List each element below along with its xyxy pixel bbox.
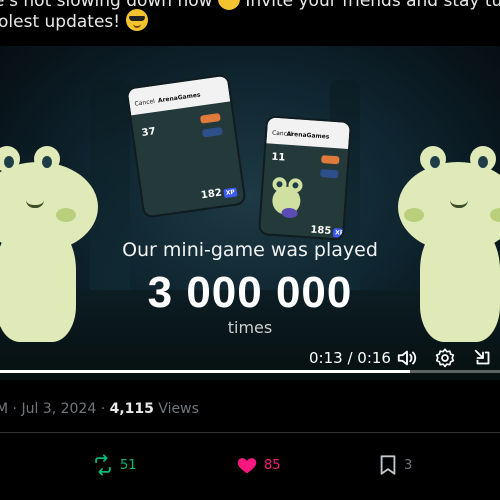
bookmark-count: 3	[404, 457, 413, 473]
sunglasses-emoji-icon	[125, 9, 148, 31]
phone-xp: 182 XP	[200, 185, 238, 202]
meta-separator: ·	[100, 401, 110, 417]
video-time: 0:13 / 0:16	[309, 349, 391, 367]
video-controls: 0:13 / 0:16	[0, 337, 500, 377]
settings-icon[interactable]	[434, 347, 456, 369]
phone-xp: 185 XP	[310, 225, 347, 238]
bookmark-button[interactable]: 3	[378, 454, 412, 476]
like-count: 85	[264, 457, 281, 473]
retweet-icon	[95, 454, 111, 476]
video-caption-top: Our mini-game was played	[122, 239, 378, 261]
phone-app-name: ArenaGames	[286, 130, 330, 141]
phone-score: 37	[141, 126, 157, 139]
video-caption-count: 3 000 000	[147, 268, 353, 317]
phone-mockup-left: Cancel ArenaGames 37 182 XP	[125, 73, 247, 219]
tweet-text-segment: Invite your friends and stay tune	[245, 0, 500, 11]
tweet-meta: M · Jul 3, 2024 · 4,115 Views	[0, 401, 199, 417]
small-frog-icon	[272, 177, 303, 219]
heart-icon	[237, 458, 257, 474]
phone-xp-value: 182	[200, 187, 223, 202]
video-player[interactable]: Cancel ArenaGames 37 182 XP Cancel ArenaG…	[0, 46, 500, 380]
exit-fullscreen-icon[interactable]	[472, 347, 494, 369]
phone-header: Cancel ArenaGames	[127, 75, 231, 116]
smile-emoji-icon	[217, 0, 240, 10]
phone-xp-value: 185	[310, 224, 332, 237]
phone-stat-pill	[320, 169, 339, 179]
bookmark-icon	[380, 455, 396, 475]
tweet-time[interactable]: M	[0, 401, 8, 417]
like-button[interactable]: 85	[236, 454, 281, 476]
phone-stat-pill	[201, 126, 223, 138]
phone-mockup-right: Cancel ArenaGames 11 185 XP	[257, 115, 353, 241]
views-count: 4,115	[109, 401, 154, 417]
tweet-text-line-2: olest updates!	[0, 9, 148, 33]
phone-score: 11	[270, 151, 286, 164]
tweet-date[interactable]: Jul 3, 2024	[21, 401, 96, 417]
retweet-button[interactable]: 51	[92, 454, 137, 476]
phone-app-name: ArenaGames	[157, 91, 201, 105]
views-label: Views	[158, 401, 199, 417]
phone-header: Cancel ArenaGames	[266, 117, 350, 149]
phone-stat-pill	[321, 155, 340, 165]
tweet-text-segment: olest updates!	[0, 12, 121, 32]
video-caption-bottom: times	[227, 318, 273, 337]
divider	[0, 432, 500, 433]
tweet-actions: 51 85 3	[0, 450, 500, 480]
phone-xp-badge: XP	[223, 187, 238, 199]
tweet-text: e's not slowing down now Invite your fri…	[0, 0, 500, 44]
phone-stat-pill	[199, 112, 221, 124]
retweet-count: 51	[120, 457, 137, 473]
volume-icon[interactable]	[396, 347, 418, 369]
